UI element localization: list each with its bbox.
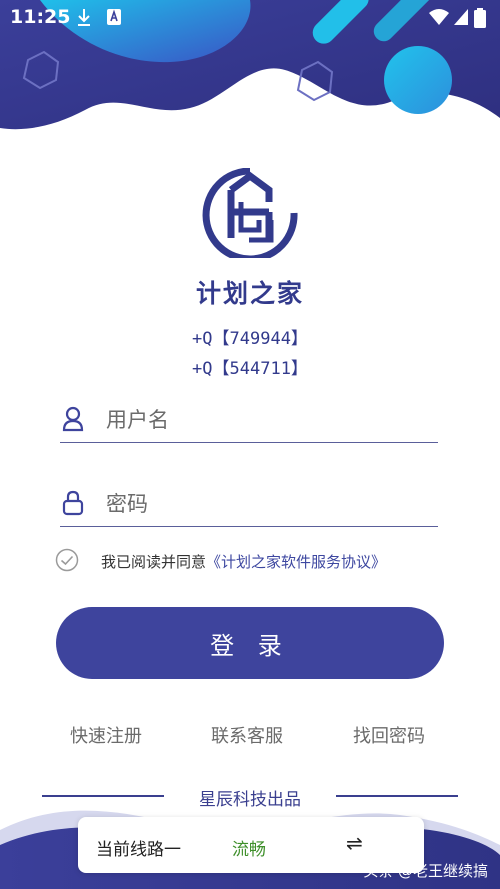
register-link[interactable]: 快速注册 — [70, 722, 142, 748]
watermark: 头条 @老王继续搞 — [363, 862, 488, 880]
qq-contact-2: +Q【544711】 — [192, 359, 308, 379]
house-logo-icon — [202, 168, 298, 258]
battery-icon — [474, 8, 486, 28]
route-label: 当前线路一 — [96, 840, 181, 860]
contact-support-link[interactable]: 联系客服 — [211, 722, 283, 748]
recover-password-link[interactable]: 找回密码 — [353, 722, 425, 748]
agreement-row: 我已阅读并同意《计划之家软件服务协议》 — [55, 548, 455, 574]
password-input[interactable] — [104, 484, 428, 524]
password-field[interactable] — [60, 482, 438, 527]
username-input[interactable] — [104, 400, 428, 440]
agreement-link[interactable]: 《计划之家软件服务协议》 — [206, 553, 386, 571]
app-name: 计划之家 — [195, 279, 304, 308]
login-button[interactable]: 登 录 — [56, 607, 444, 679]
agreement-checkbox[interactable] — [55, 548, 79, 572]
agreement-prefix: 我已阅读并同意 — [101, 553, 207, 571]
status-time: 11:25 — [10, 6, 71, 28]
app-notification-icon — [107, 9, 121, 25]
username-field[interactable] — [60, 398, 438, 443]
qq-contact-1: +Q【749944】 — [192, 329, 308, 349]
footer-brand: 星辰科技出品 — [199, 790, 301, 810]
lock-icon — [62, 490, 84, 516]
wifi-icon — [429, 9, 449, 25]
user-icon — [62, 406, 84, 432]
route-status: 流畅 — [232, 840, 266, 860]
status-bar: 11:25 — [0, 0, 500, 36]
switch-route-icon[interactable]: ⇌ — [346, 831, 363, 855]
signal-icon — [454, 9, 468, 25]
agreement-text: 我已阅读并同意《计划之家软件服务协议》 — [101, 551, 386, 572]
download-icon — [78, 9, 90, 26]
